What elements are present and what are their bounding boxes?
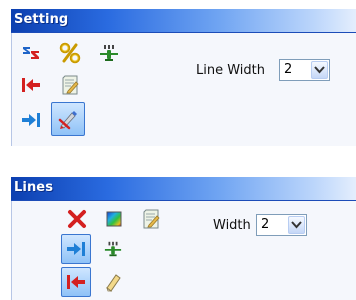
arrow-left-button[interactable]: [16, 70, 46, 100]
width-select[interactable]: 2: [256, 214, 307, 236]
delete-button[interactable]: [62, 204, 92, 234]
arrow-right-icon: [67, 242, 85, 256]
width-dropdown-button[interactable]: [288, 216, 305, 234]
line-width-dropdown-button[interactable]: [311, 61, 328, 79]
setting-title: Setting: [14, 12, 69, 27]
lines-title: Lines: [14, 180, 54, 195]
chevron-down-icon: [314, 66, 325, 74]
decimal-places-button[interactable]: [98, 234, 128, 264]
arrow-left-button[interactable]: [61, 267, 91, 297]
arrow-left-icon: [22, 78, 40, 92]
arrow-right-button[interactable]: [61, 234, 91, 264]
eraser-icon: [106, 274, 121, 292]
eraser-button[interactable]: [98, 267, 128, 297]
marker-pen-button[interactable]: [51, 102, 85, 136]
edit-page-icon: [143, 209, 160, 229]
lines-title-bar: Lines: [11, 177, 356, 201]
setting-title-bar: Setting: [11, 9, 356, 33]
arrow-right-icon: [22, 113, 40, 127]
edit-page-button[interactable]: [55, 70, 85, 100]
lines-panel: Lines Width 2: [11, 177, 356, 300]
line-width-label: Line Width: [196, 63, 265, 78]
setting-panel: Setting Line Width 2: [11, 9, 356, 146]
line-width-select[interactable]: 2: [279, 59, 330, 81]
arrow-left-icon: [67, 275, 85, 289]
delete-x-icon: [68, 210, 86, 228]
line-width-value: 2: [284, 62, 293, 77]
sort-descending-button[interactable]: [16, 38, 46, 68]
chevron-down-icon: [291, 221, 302, 229]
percent-icon: [59, 42, 81, 64]
sort-descending-icon: [23, 47, 39, 59]
arrow-right-button[interactable]: [16, 105, 46, 135]
decimal-places-icon: [104, 241, 122, 257]
edit-page-button[interactable]: [136, 204, 166, 234]
width-label: Width: [213, 218, 251, 233]
percent-button[interactable]: [55, 38, 85, 68]
color-gradient-button[interactable]: [99, 204, 129, 234]
marker-pen-icon: [58, 111, 77, 130]
edit-page-icon: [62, 75, 79, 95]
decimal-places-icon: [100, 45, 118, 61]
color-gradient-icon: [106, 211, 122, 227]
decimal-places-button[interactable]: [94, 38, 124, 68]
width-value: 2: [261, 217, 270, 232]
